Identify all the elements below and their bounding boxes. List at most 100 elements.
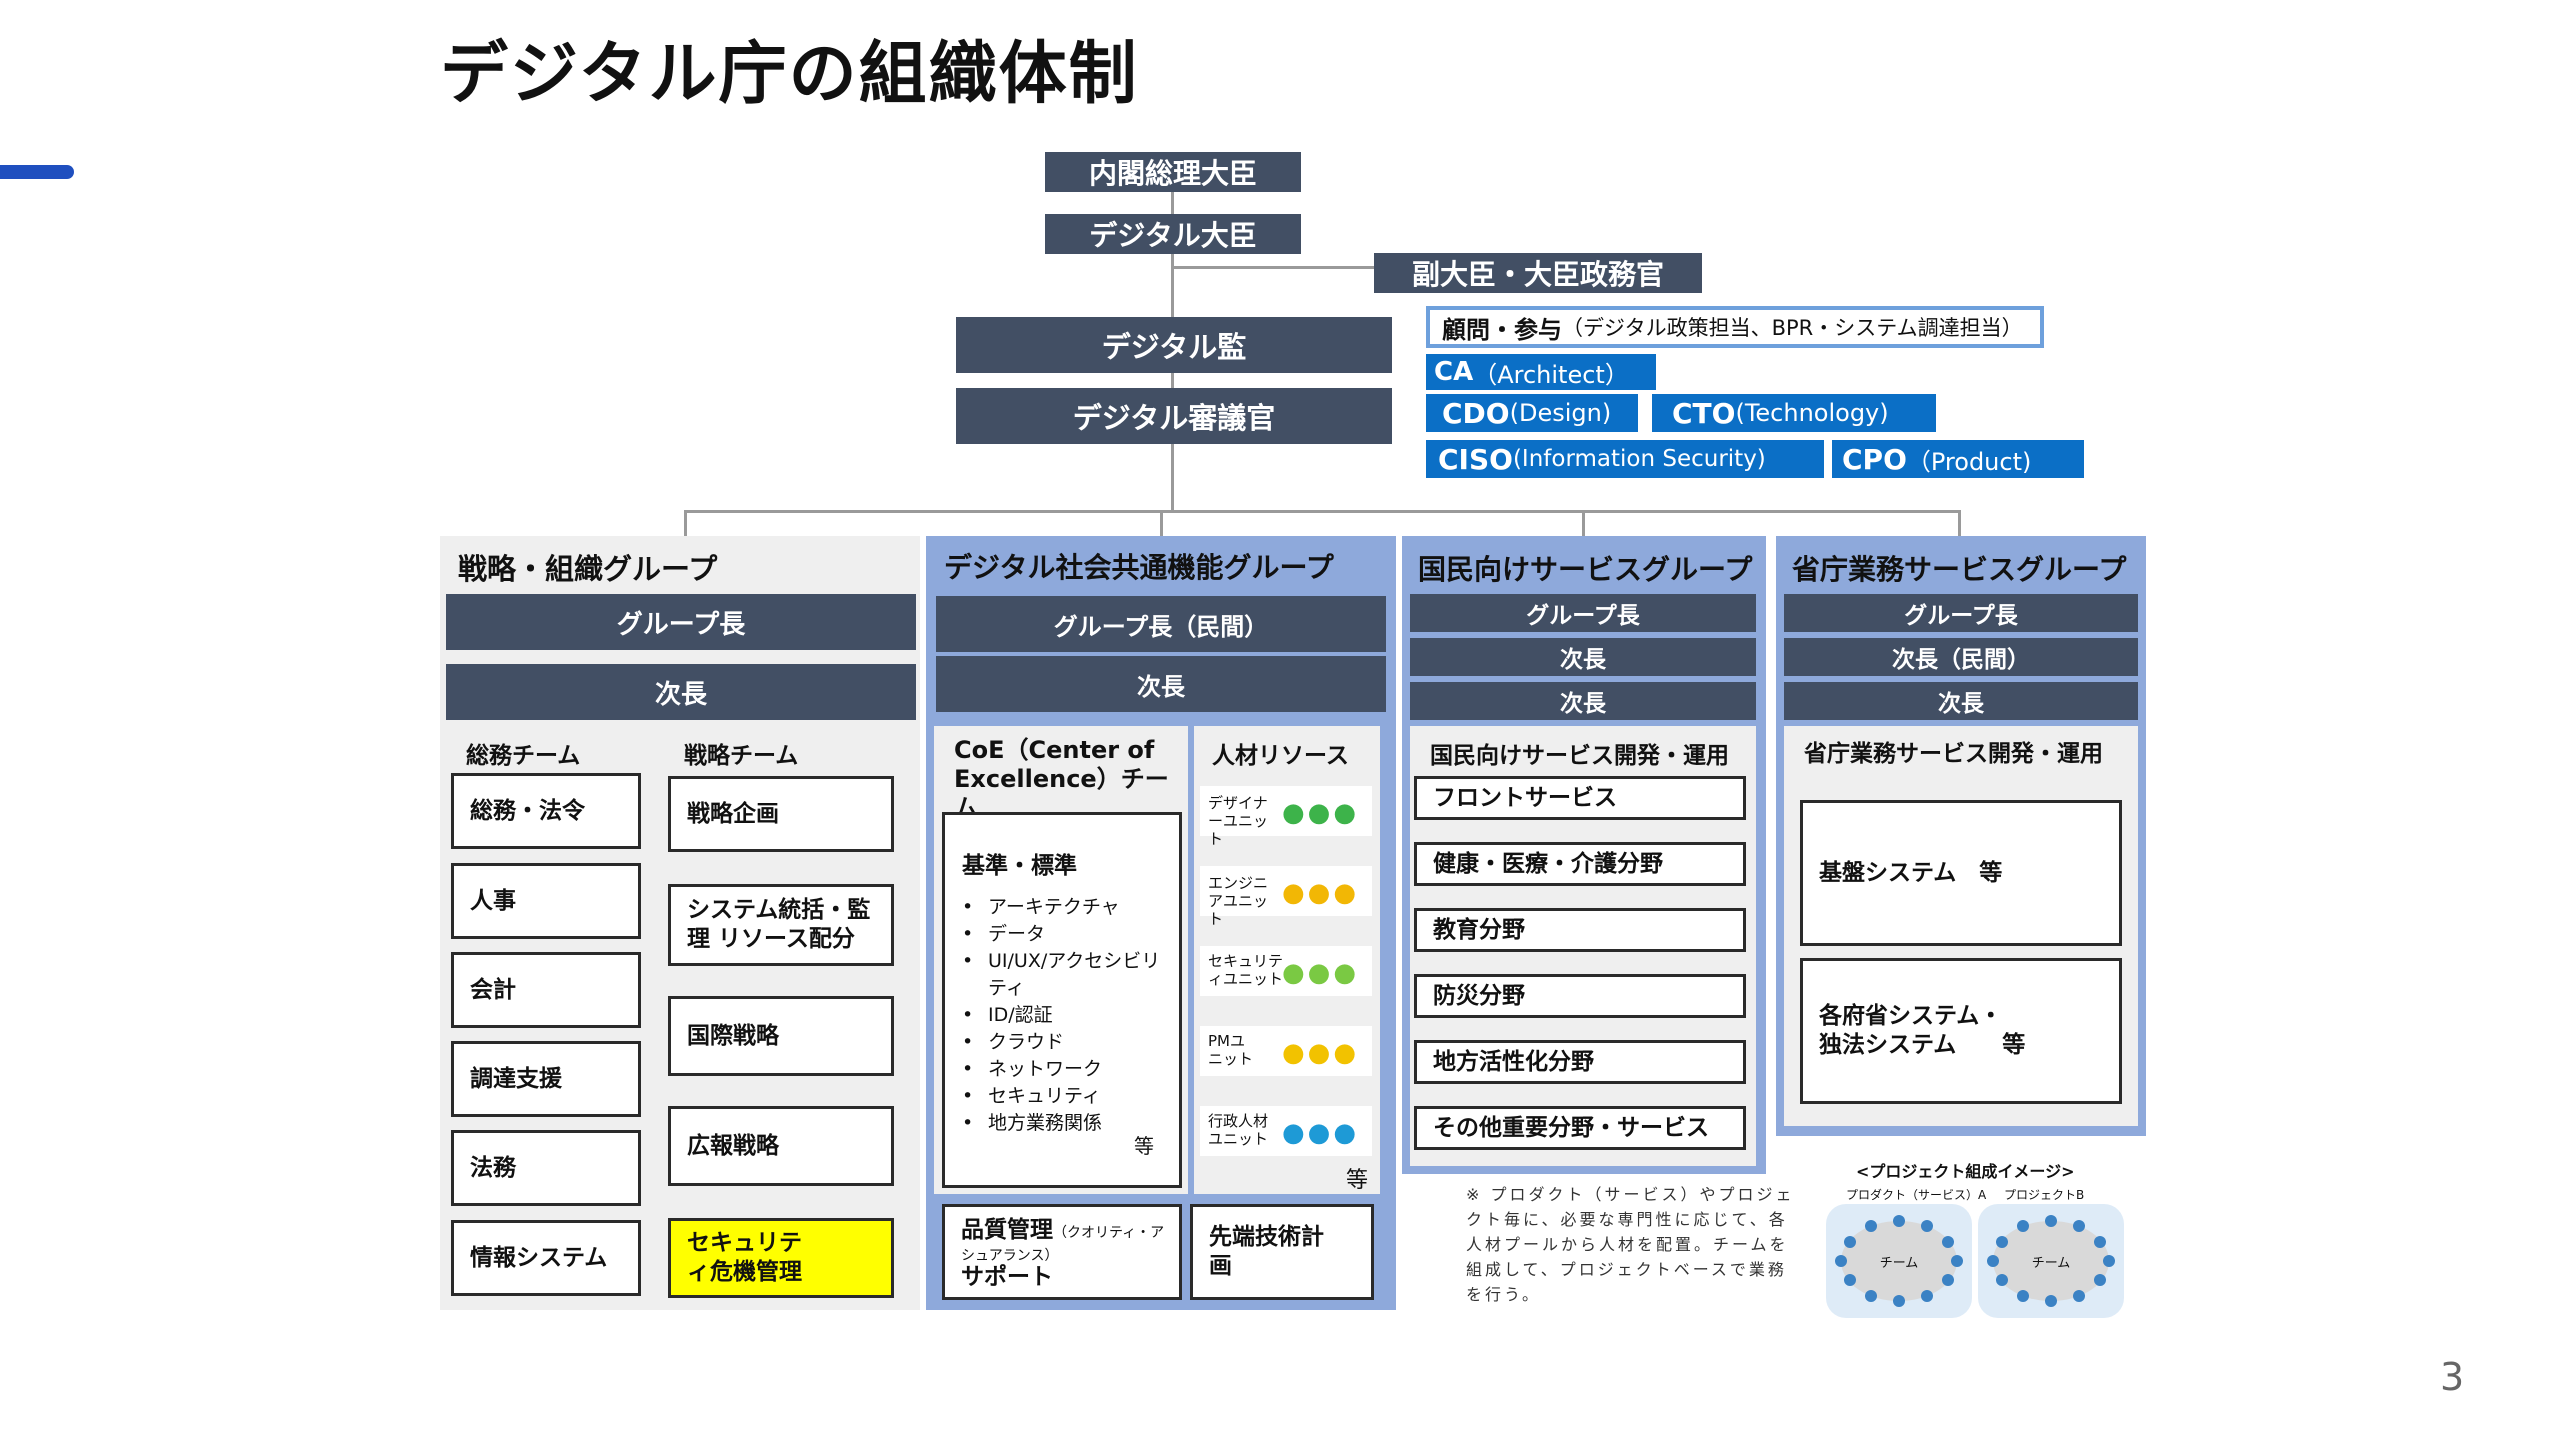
soumu-item-2: 人事	[451, 863, 641, 939]
hr-title: 人材リソース	[1212, 743, 1349, 769]
ministry-dev-title: 省庁業務サービス開発・運用	[1804, 741, 2103, 767]
project-a-box: チーム	[1826, 1204, 1972, 1318]
cpo-bold: CPO	[1842, 442, 1907, 476]
cpo-box: CPO （Product)	[1832, 440, 2084, 478]
note-text: ※ プロダクト（サービス）やプロジェクト毎に、必要な専門性に応じて、各人材プール…	[1466, 1185, 1795, 1304]
connector-drop-4	[1958, 510, 1961, 536]
project-a-label: プロダクト（サービス）A	[1846, 1188, 1987, 1202]
unit-label: デザイナーユニット	[1208, 794, 1269, 848]
ministry-head: グループ長	[1784, 594, 2138, 632]
hr-unit-security: セキュリティユニット ● ● ●	[1200, 946, 1372, 996]
common-group-title: デジタル社会共通機能グループ	[944, 551, 1334, 584]
senryaku-team-label: 戦略チーム	[684, 743, 799, 769]
senryaku-item-1: 戦略企画	[668, 776, 894, 852]
ministry-group-title: 省庁業務サービスグループ	[1792, 553, 2127, 586]
ca-box: CA （Architect）	[1426, 354, 1656, 390]
ministry-item-1: 基盤システム 等	[1800, 800, 2122, 946]
connector-drop-1	[684, 510, 687, 536]
senryaku-item-2: システム統括・監理 リソース配分	[668, 884, 894, 966]
unit-label: PMユニット	[1208, 1032, 1254, 1068]
vice-minister-box: 副大臣・大臣政務官	[1374, 253, 1702, 293]
unit-label: セキュリティユニット	[1208, 952, 1284, 988]
unit-people-icon: ● ● ●	[1281, 878, 1356, 908]
senryaku-item-4: 広報戦略	[668, 1106, 894, 1186]
ministry-deputy-2: 次長	[1784, 682, 2138, 720]
project-a-team-label: チーム	[1879, 1256, 1919, 1271]
project-b-box: チーム	[1978, 1204, 2124, 1318]
project-image-title: <プロジェクト組成イメージ>	[1856, 1162, 2075, 1181]
ciso-box: CISO (Information Security)	[1426, 440, 1824, 478]
common-deputy: 次長	[936, 656, 1386, 712]
citizen-deputy-2: 次長	[1410, 682, 1756, 720]
strategy-head: グループ長	[446, 594, 916, 650]
senryaku-item-5: セキュリティ危機管理	[668, 1218, 894, 1298]
quality-main: 品質管理	[961, 1217, 1053, 1243]
citizen-item-1: フロントサービス	[1414, 776, 1746, 820]
standard-item: アーキテクチャ	[954, 894, 1176, 921]
citizen-head: グループ長	[1410, 594, 1756, 632]
citizen-item-4: 防災分野	[1414, 974, 1746, 1018]
unit-people-icon: ● ● ●	[1281, 1118, 1356, 1148]
advisor-box: 顧問・参与 （デジタル政策担当、BPR・システム調達担当）	[1426, 306, 2044, 348]
citizen-dev-title: 国民向けサービス開発・運用	[1430, 743, 1729, 769]
senryaku-item-3: 国際戦略	[668, 996, 894, 1076]
coe-title: CoE（Center of Excellence）チーム	[954, 736, 1169, 822]
standard-item: クラウド	[954, 1029, 1176, 1056]
soumu-item-3: 会計	[451, 952, 641, 1028]
standard-item: ネットワーク	[954, 1056, 1176, 1083]
prime-minister-box: 内閣総理大臣	[1045, 152, 1301, 192]
unit-people-icon: ● ● ●	[1281, 798, 1356, 828]
common-head: グループ長（民間）	[936, 596, 1386, 652]
cto-box: CTO (Technology)	[1652, 394, 1936, 432]
hr-unit-designer: デザイナーユニット ● ● ●	[1200, 786, 1372, 848]
unit-people-icon: ● ● ●	[1281, 958, 1356, 988]
strategy-deputy: 次長	[446, 664, 916, 720]
connector-drop-3	[1582, 510, 1585, 536]
citizen-group-title: 国民向けサービスグループ	[1418, 553, 1753, 586]
cdo-box: CDO (Design)	[1426, 394, 1638, 432]
ciso-bold: CISO	[1438, 442, 1513, 476]
hr-unit-pm: PMユニット ● ● ●	[1200, 1026, 1372, 1076]
digital-minister-box: デジタル大臣	[1045, 214, 1301, 254]
citizen-item-6: その他重要分野・サービス	[1414, 1106, 1746, 1150]
citizen-item-5: 地方活性化分野	[1414, 1040, 1746, 1084]
digital-shingikan-box: デジタル審議官	[956, 388, 1392, 444]
soumu-item-6: 情報システム	[451, 1220, 641, 1296]
hr-unit-engineer: エンジニアユニット ● ● ●	[1200, 866, 1372, 928]
ministry-item-2-line-2: 独法システム 等	[1819, 1032, 2026, 1058]
unit-people-icon: ● ● ●	[1281, 1038, 1356, 1068]
citizen-deputy-1: 次長	[1410, 638, 1756, 676]
standard-item: セキュリティ	[954, 1083, 1176, 1110]
digital-kan-box: デジタル監	[956, 317, 1392, 373]
standards-etc: 等	[1134, 1134, 1154, 1158]
page-number: 3	[2440, 1355, 2465, 1399]
ministry-item-2: 各府省システム・ 独法システム 等	[1800, 958, 2122, 1104]
hr-unit-gyosei: 行政人材ユニット ● ● ●	[1200, 1106, 1372, 1156]
standard-item: UI/UX/アクセシビリティ	[954, 948, 1176, 1002]
cdo-bold: CDO	[1442, 396, 1510, 430]
ciso-detail: (Information Security)	[1512, 446, 1766, 472]
ministry-item-2-line-1: 各府省システム・	[1819, 1003, 2003, 1030]
connector-horizontal	[684, 510, 1961, 513]
cto-bold: CTO	[1672, 396, 1736, 430]
standard-item: ID/認証	[954, 1002, 1176, 1029]
cto-detail: (Technology)	[1735, 399, 1889, 427]
ministry-deputy-1: 次長（民間）	[1784, 638, 2138, 676]
unit-label: エンジニアユニット	[1208, 874, 1269, 928]
project-b-label: プロジェクトB	[2004, 1188, 2085, 1202]
accent-bar	[0, 165, 74, 179]
standard-item: データ	[954, 921, 1176, 948]
soumu-item-5: 法務	[451, 1130, 641, 1206]
quality-support: サポート	[961, 1264, 1053, 1291]
project-b-team-label: チーム	[2031, 1256, 2071, 1271]
hr-etc: 等	[1346, 1168, 1369, 1193]
ca-bold: CA	[1434, 357, 1474, 387]
advisor-bold: 顧問・参与	[1442, 315, 1562, 344]
standards-list: アーキテクチャ データ UI/UX/アクセシビリティ ID/認証 クラウド ネッ…	[954, 894, 1176, 1137]
ca-detail: （Architect）	[1473, 360, 1629, 389]
connector-vice	[1171, 266, 1377, 269]
citizen-item-3: 教育分野	[1414, 908, 1746, 952]
advisor-detail: （デジタル政策担当、BPR・システム調達担当）	[1562, 316, 2023, 340]
citizen-item-2: 健康・医療・介護分野	[1414, 842, 1746, 886]
standards-title: 基準・標準	[962, 853, 1077, 879]
